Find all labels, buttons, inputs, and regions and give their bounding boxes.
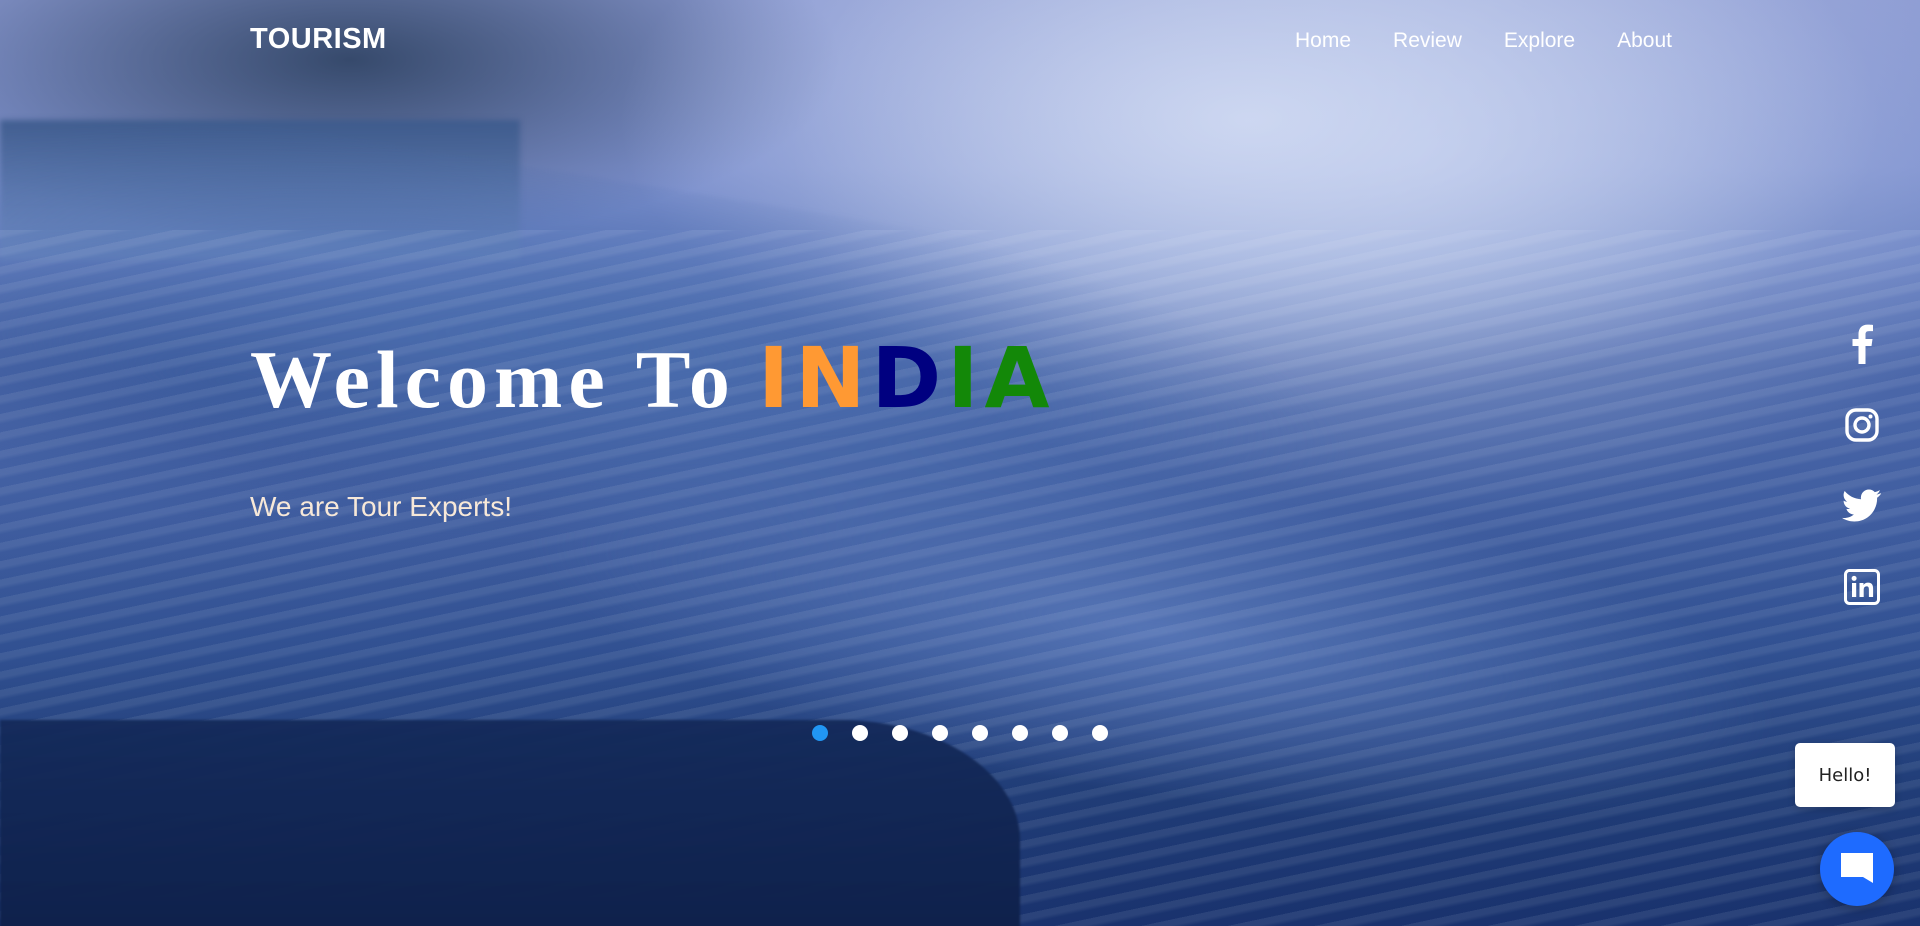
instagram-icon[interactable] [1842,403,1882,447]
welcome-text: Welcome To [250,334,736,425]
site-logo[interactable]: TOURISM [250,23,387,56]
nav-links: Home Review Explore About [1295,29,1672,53]
carousel-dot[interactable] [932,725,948,741]
country-letter: D [871,329,948,427]
top-navbar: TOURISM Home Review Explore About [0,0,1920,84]
country-letter: I [757,329,796,427]
background-rock [0,720,1020,926]
nav-link-review[interactable]: Review [1393,29,1462,53]
chat-greeting-bubble[interactable]: Hello! [1795,743,1895,807]
carousel-dot[interactable] [1052,725,1068,741]
carousel-dot[interactable] [892,725,908,741]
hero-tagline: We are Tour Experts! [250,491,512,522]
carousel-dot[interactable] [852,725,868,741]
country-name: INDIA [758,329,1056,427]
linkedin-icon[interactable] [1842,565,1882,609]
hero-headline: Welcome To INDIA [250,336,1056,421]
carousel-dots [812,725,1108,741]
nav-link-explore[interactable]: Explore [1504,29,1575,53]
social-links [1842,322,1882,609]
country-letter: A [984,329,1056,427]
country-letter: I [947,329,985,427]
hero-section: TOURISM Home Review Explore About Welcom… [0,0,1920,926]
nav-link-home[interactable]: Home [1295,29,1351,53]
facebook-icon[interactable] [1842,322,1882,366]
country-letter: N [795,329,872,427]
nav-link-about[interactable]: About [1617,29,1672,53]
chat-launcher-button[interactable] [1820,832,1894,906]
carousel-dot[interactable] [812,725,828,741]
carousel-dot[interactable] [1092,725,1108,741]
twitter-icon[interactable] [1842,484,1882,528]
carousel-dot[interactable] [972,725,988,741]
carousel-dot[interactable] [1012,725,1028,741]
chat-bubble-icon [1841,853,1873,883]
